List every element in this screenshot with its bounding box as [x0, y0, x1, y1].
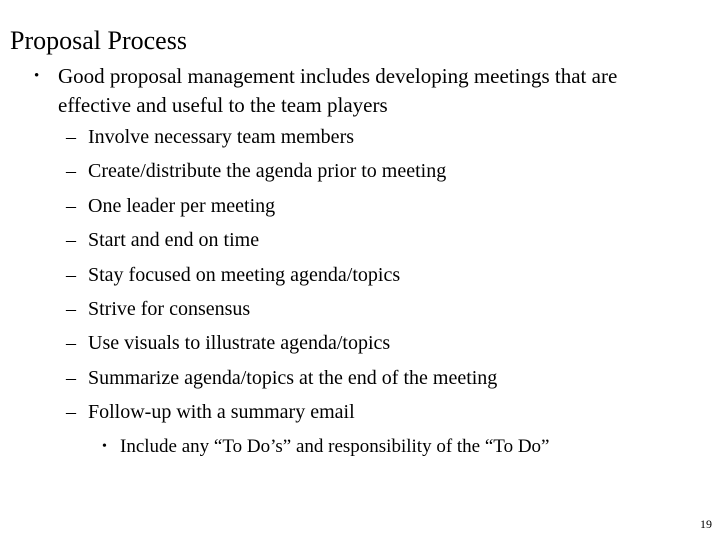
- dash-marker-icon: –: [66, 194, 76, 217]
- dash-marker-icon: –: [66, 366, 76, 389]
- dash-marker-icon: –: [66, 298, 76, 321]
- dash-marker-icon: –: [66, 332, 76, 355]
- bullet-text: Use visuals to illustrate agenda/topics: [88, 332, 391, 355]
- bullet-item-level-2: – Create/distribute the agenda prior to m…: [0, 154, 720, 188]
- bullet-item-level-2: – Involve necessary team members: [0, 120, 720, 154]
- page-number: 19: [700, 517, 712, 531]
- dash-marker-icon: –: [66, 401, 76, 424]
- slide: Proposal Process • Good proposal manageme…: [0, 0, 720, 540]
- bullet-item-level-2: – Summarize agenda/topics at the end of t…: [0, 361, 720, 395]
- bullet-item-level-2: – Use visuals to illustrate agenda/topics: [0, 326, 720, 360]
- bullet-text: Involve necessary team members: [88, 126, 355, 148]
- page-title: Proposal Process: [10, 26, 187, 56]
- bullet-text: Summarize agenda/topics at the end of th…: [88, 366, 498, 389]
- bullet-text: One leader per meeting: [88, 194, 276, 217]
- bullet-item-level-2: – Start and end on time: [0, 223, 720, 257]
- dash-marker-icon: –: [66, 263, 76, 286]
- dash-marker-icon: –: [66, 229, 76, 252]
- dash-marker-icon: –: [66, 160, 76, 183]
- bullet-text: Follow-up with a summary email: [88, 401, 355, 424]
- bullet-text: Good proposal management includes develo…: [58, 64, 618, 117]
- bullet-text: Stay focused on meeting agenda/topics: [88, 263, 401, 286]
- bullet-item-level-2: – Follow-up with a summary email: [0, 395, 720, 429]
- bullet-marker-icon: •: [102, 438, 107, 454]
- bullet-text: Start and end on time: [88, 229, 260, 252]
- bullet-text: Create/distribute the agenda prior to me…: [88, 160, 447, 183]
- bullet-marker-icon: •: [34, 68, 40, 84]
- bullet-item-level-1: • Good proposal management includes devel…: [0, 62, 720, 120]
- bullet-item-level-3: • Include any “To Do’s” and responsibilit…: [0, 430, 720, 464]
- bullet-text: Strive for consensus: [88, 298, 251, 321]
- bullet-text: Include any “To Do’s” and responsibility…: [120, 435, 550, 457]
- dash-marker-icon: –: [66, 126, 76, 148]
- slide-body: • Good proposal management includes devel…: [0, 62, 720, 464]
- bullet-item-level-2: – Stay focused on meeting agenda/topics: [0, 258, 720, 292]
- bullet-item-level-2: – One leader per meeting: [0, 189, 720, 223]
- bullet-item-level-2: – Strive for consensus: [0, 292, 720, 326]
